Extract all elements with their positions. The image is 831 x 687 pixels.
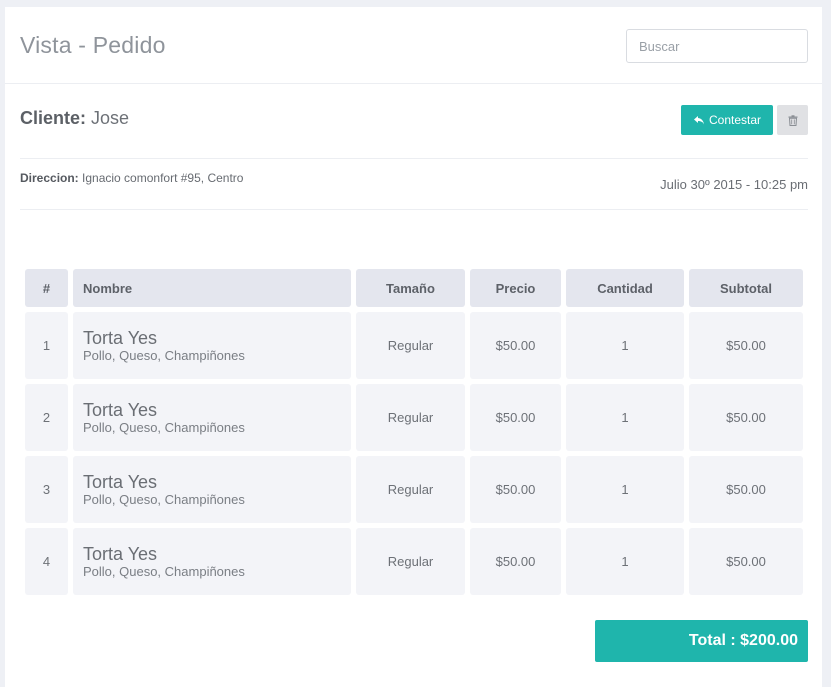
product-size: Regular bbox=[356, 384, 465, 451]
product-size: Regular bbox=[356, 456, 465, 523]
product-name: Torta Yes bbox=[83, 471, 158, 492]
product-price: $50.00 bbox=[470, 384, 561, 451]
row-number: 2 bbox=[25, 384, 68, 451]
table-row: 1 Torta Yes Pollo, Queso, Champiñones Re… bbox=[25, 312, 803, 379]
product-subtotal: $50.00 bbox=[689, 384, 803, 451]
product-cell: Torta Yes Pollo, Queso, Champiñones bbox=[73, 528, 351, 595]
table-header-row: # Nombre Tamaño Precio Cantidad Subtotal bbox=[25, 269, 803, 307]
product-subtotal: $50.00 bbox=[689, 528, 803, 595]
address-value: Ignacio comonfort #95, Centro bbox=[82, 171, 244, 185]
reply-button-label: Contestar bbox=[708, 113, 762, 127]
product-cell: Torta Yes Pollo, Queso, Champiñones bbox=[73, 384, 351, 451]
address: Direccion: Ignacio comonfort #95, Centro bbox=[20, 171, 243, 185]
divider bbox=[20, 158, 808, 159]
product-subtotal: $50.00 bbox=[689, 312, 803, 379]
reply-icon bbox=[693, 116, 704, 125]
order-panel: Vista - Pedido Cliente: Jose Contestar D… bbox=[5, 7, 822, 687]
product-cell: Torta Yes Pollo, Queso, Champiñones bbox=[73, 312, 351, 379]
product-description: Pollo, Queso, Champiñones bbox=[83, 563, 245, 579]
order-date: Julio 30º 2015 - 10:25 pm bbox=[660, 177, 808, 192]
order-items-table: # Nombre Tamaño Precio Cantidad Subtotal… bbox=[20, 264, 808, 600]
page-title: Vista - Pedido bbox=[20, 32, 166, 58]
column-header-name: Nombre bbox=[73, 269, 351, 307]
column-header-price: Precio bbox=[470, 269, 561, 307]
divider bbox=[20, 209, 808, 210]
product-name: Torta Yes bbox=[83, 399, 158, 420]
product-quantity: 1 bbox=[566, 384, 684, 451]
column-header-subtotal: Subtotal bbox=[689, 269, 803, 307]
delete-button[interactable] bbox=[777, 105, 808, 135]
client-name: Jose bbox=[91, 108, 130, 128]
row-number: 3 bbox=[25, 456, 68, 523]
product-subtotal: $50.00 bbox=[689, 456, 803, 523]
reply-button[interactable]: Contestar bbox=[681, 105, 773, 135]
product-size: Regular bbox=[356, 312, 465, 379]
product-price: $50.00 bbox=[470, 528, 561, 595]
column-header-number: # bbox=[25, 269, 68, 307]
product-price: $50.00 bbox=[470, 312, 561, 379]
order-total: Total : $200.00 bbox=[595, 620, 808, 662]
client-info: Cliente: Jose bbox=[20, 108, 129, 129]
column-header-quantity: Cantidad bbox=[566, 269, 684, 307]
product-quantity: 1 bbox=[566, 528, 684, 595]
product-price: $50.00 bbox=[470, 456, 561, 523]
row-number: 4 bbox=[25, 528, 68, 595]
row-number: 1 bbox=[25, 312, 68, 379]
product-quantity: 1 bbox=[566, 312, 684, 379]
product-name: Torta Yes bbox=[83, 327, 158, 348]
column-header-size: Tamaño bbox=[356, 269, 465, 307]
table-row: 3 Torta Yes Pollo, Queso, Champiñones Re… bbox=[25, 456, 803, 523]
client-label: Cliente: bbox=[20, 108, 87, 128]
table-row: 2 Torta Yes Pollo, Queso, Champiñones Re… bbox=[25, 384, 803, 451]
table-row: 4 Torta Yes Pollo, Queso, Champiñones Re… bbox=[25, 528, 803, 595]
search-input[interactable] bbox=[626, 29, 808, 63]
trash-icon bbox=[788, 114, 797, 126]
product-description: Pollo, Queso, Champiñones bbox=[83, 491, 245, 507]
address-label: Direccion: bbox=[20, 171, 79, 185]
product-description: Pollo, Queso, Champiñones bbox=[83, 347, 245, 363]
panel-header: Vista - Pedido bbox=[5, 7, 822, 84]
product-cell: Torta Yes Pollo, Queso, Champiñones bbox=[73, 456, 351, 523]
product-name: Torta Yes bbox=[83, 543, 158, 564]
product-size: Regular bbox=[356, 528, 465, 595]
product-quantity: 1 bbox=[566, 456, 684, 523]
product-description: Pollo, Queso, Champiñones bbox=[83, 419, 245, 435]
